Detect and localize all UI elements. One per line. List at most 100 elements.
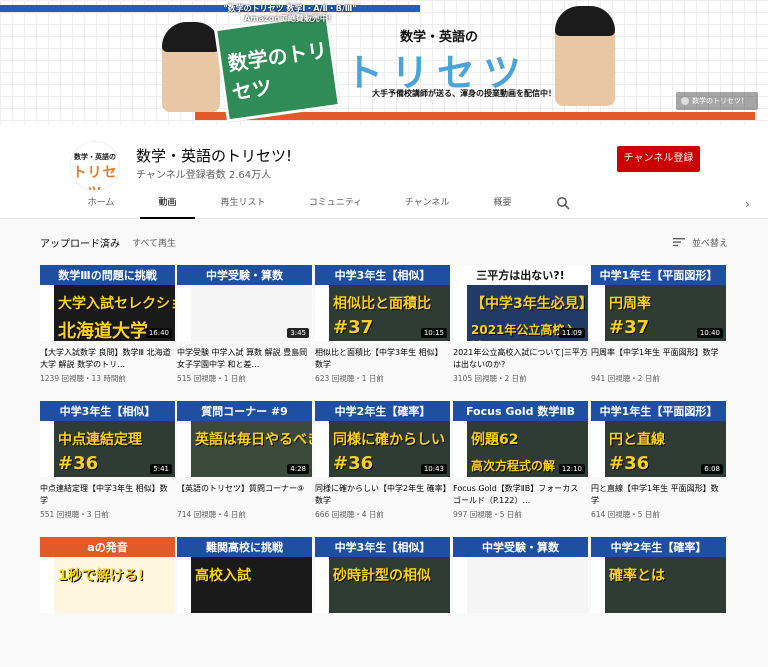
video-card[interactable]: 中学3年生【相似】砂時計型の相似 — [315, 537, 450, 667]
video-card[interactable]: 中学受験・算数 3:45 中学受験 中学入試 算数 解説 豊島岡女子学園中学 和と差… — [177, 265, 312, 395]
video-card[interactable]: Focus Gold 数学ⅡB 例題62 高次方程式の解 12:10 Focus Gol… — [453, 401, 588, 531]
thumbnail-number: #36 — [609, 453, 650, 474]
section-title[interactable]: アップロード済み — [40, 235, 120, 250]
duration-badge: 12:10 — [558, 464, 585, 474]
video-card[interactable]: 三平方は出ない?!【中学3年生必見】2021年公立高校入試11:092021年公… — [453, 265, 588, 395]
tab-channels[interactable]: チャンネル — [392, 190, 462, 219]
video-card[interactable]: 難関高校に挑戦高校入試 — [177, 537, 312, 667]
tab-about[interactable]: 概要 — [480, 190, 525, 219]
video-thumbnail[interactable]: 中学1年生【平面図形】 円と直線 #36 6:08 — [591, 401, 726, 477]
promo-line: "数学のトリセツ 数学Ⅰ・A/Ⅱ・B/Ⅲ" — [223, 4, 357, 13]
duration-badge: 4:28 — [287, 464, 309, 474]
thumbnail-side-label — [591, 421, 605, 477]
thumbnail-band: 中学2年生【確率】 — [315, 401, 450, 421]
thumbnail-band-text: 中学受験・算数 — [206, 269, 283, 282]
video-title[interactable]: 【英語のトリセツ】質問コーナー⑨ — [177, 483, 312, 507]
sort-button[interactable]: 並べ替え — [692, 236, 728, 249]
video-card[interactable]: 中学3年生【相似】 相似比と面積比 #37 10:15 相似比と面積比【中学3年生 相似… — [315, 265, 450, 395]
video-title[interactable]: 中学受験 中学入試 算数 解説 豊島岡女子学園中学 和と差… — [177, 347, 312, 371]
video-meta: 941 回視聴・2 日前 — [591, 374, 660, 383]
thumbnail-band-text: 中学2年生【確率】 — [334, 405, 431, 418]
banner-link[interactable]: 数学のトリセツ！ — [676, 92, 758, 110]
thumbnail-side-label — [315, 285, 329, 341]
duration-badge: 10:15 — [420, 328, 447, 338]
video-thumbnail[interactable]: 中学受験・算数 3:45 — [177, 265, 312, 341]
tab-playlists[interactable]: 再生リスト — [207, 190, 279, 219]
video-thumbnail[interactable]: 数学Ⅲの問題に挑戦大学入試セレクション北海道大学16:40 — [40, 265, 175, 341]
avatar[interactable]: 数学・英語の トリセツ — [70, 141, 120, 201]
video-card[interactable]: 中学2年生【確率】確率とは — [591, 537, 726, 667]
video-card[interactable]: 中学2年生【確率】 同様に確からしい #36 10:43 同様に確からしい【中学2年生 … — [315, 401, 450, 531]
thumbnail-band: 難関高校に挑戦 — [177, 537, 312, 557]
sort-icon[interactable] — [673, 237, 685, 247]
thumbnail-band: 中学3年生【相似】 — [315, 537, 450, 557]
video-thumbnail[interactable]: 質問コーナー #9 英語は毎日やるべきか 4:28 — [177, 401, 312, 477]
thumbnail-side-label — [177, 557, 191, 613]
thumbnail-side-label — [315, 557, 329, 613]
thumbnail-headline: 高校入試 — [195, 568, 251, 584]
tab-community[interactable]: コミュニティ — [298, 190, 373, 219]
search-icon[interactable] — [556, 196, 570, 210]
video-thumbnail[interactable]: Focus Gold 数学ⅡB 例題62 高次方程式の解 12:10 — [453, 401, 588, 477]
thumbnail-band: 三平方は出ない?! — [453, 265, 588, 285]
thumbnail-number: 高次方程式の解 — [471, 459, 556, 473]
video-thumbnail[interactable]: 中学2年生【確率】確率とは — [591, 537, 726, 613]
video-meta: 666 回視聴・4 日前 — [315, 510, 384, 519]
thumbnail-band-text: 中学3年生【相似】 — [334, 269, 431, 282]
video-card[interactable]: 中学1年生【平面図形】 円と直線 #36 6:08 円と直線【中学1年生 平面図形】数学… — [591, 401, 726, 531]
video-title[interactable]: 同様に確からしい【中学2年生 確率】数学 — [315, 483, 450, 507]
play-all-button[interactable]: すべて再生 — [132, 236, 176, 249]
video-thumbnail[interactable]: 三平方は出ない?!【中学3年生必見】2021年公立高校入試11:09 — [453, 265, 588, 341]
tab-home[interactable]: ホーム — [70, 190, 132, 219]
duration-badge: 5:41 — [150, 464, 172, 474]
thumbnail-headline: 相似比と面積比 — [333, 296, 431, 312]
video-thumbnail[interactable]: 中学受験・算数 — [453, 537, 588, 613]
duration-badge: 16:40 — [145, 328, 172, 338]
video-title[interactable]: 相似比と面積比【中学3年生 相似】数学 — [315, 347, 450, 371]
thumbnail-headline: 砂時計型の相似 — [333, 568, 431, 584]
video-thumbnail[interactable]: 中学1年生【平面図形】 円周率 #37 10:40 — [591, 265, 726, 341]
video-thumbnail[interactable]: 中学3年生【相似】 中点連結定理 #36 5:41 — [40, 401, 175, 477]
video-card[interactable]: 中学3年生【相似】 中点連結定理 #36 5:41 中点連結定理【中学3年生 相似】数学… — [40, 401, 175, 531]
thumbnail-side-label — [177, 285, 191, 341]
thumbnail-band-text: 数学Ⅲの問題に挑戦 — [58, 269, 157, 282]
thumbnail-band: 中学受験・算数 — [453, 537, 588, 557]
video-thumbnail[interactable]: 中学2年生【確率】 同様に確からしい #36 10:43 — [315, 401, 450, 477]
video-title[interactable]: 中点連結定理【中学3年生 相似】数学 — [40, 483, 175, 507]
video-title[interactable]: 円周率【中学1年生 平面図形】数学 — [591, 347, 726, 371]
thumbnail-headline: 英語は毎日やるべきか — [195, 432, 312, 448]
video-meta: 623 回視聴・1 日前 — [315, 374, 384, 383]
video-title[interactable]: 2021年公立高校入試について|三平方は出ないのか? — [453, 347, 588, 371]
video-thumbnail[interactable]: 難関高校に挑戦高校入試 — [177, 537, 312, 613]
thumbnail-band: 中学受験・算数 — [177, 265, 312, 285]
thumbnail-side-label — [40, 421, 54, 477]
video-thumbnail[interactable]: 中学3年生【相似】 相似比と面積比 #37 10:15 — [315, 265, 450, 341]
video-title[interactable]: 円と直線【中学1年生 平面図形】数学 — [591, 483, 726, 507]
thumbnail-headline: 同様に確からしい — [333, 432, 445, 448]
subscribe-button[interactable]: チャンネル登録 — [617, 146, 700, 172]
video-card[interactable]: 中学1年生【平面図形】 円周率 #37 10:40 円周率【中学1年生 平面図形】数学 9… — [591, 265, 726, 395]
duration-badge: 10:40 — [696, 328, 723, 338]
book-cover: 数学のトリセツ — [213, 12, 342, 123]
promo-line: Amazonで絶賛販売中！ — [244, 14, 336, 23]
video-meta: 3105 回視聴・2 日前 — [453, 374, 527, 383]
video-title[interactable]: 【大学入試数学 良問】数学Ⅲ 北海道大学 解説 数学のトリ… — [40, 347, 175, 371]
thumbnail-headline: 【中学3年生必見】 — [471, 296, 588, 312]
video-thumbnail[interactable]: 中学3年生【相似】砂時計型の相似 — [315, 537, 450, 613]
video-thumbnail[interactable]: aの発音 1秒で解ける! — [40, 537, 175, 613]
video-card[interactable]: 質問コーナー #9 英語は毎日やるべきか 4:28 【英語のトリセツ】質問コーナー⑨ 7… — [177, 401, 312, 531]
thumbnail-headline: 1秒で解ける! — [58, 568, 145, 584]
chevron-right-icon[interactable]: › — [745, 197, 750, 211]
thumbnail-headline: 確率とは — [609, 568, 665, 584]
video-card[interactable]: aの発音 1秒で解ける! — [40, 537, 175, 667]
tab-videos[interactable]: 動画 — [140, 190, 195, 219]
banner-link-label: 数学のトリセツ！ — [692, 97, 748, 105]
video-card[interactable]: 数学Ⅲの問題に挑戦大学入試セレクション北海道大学16:40 【大学入試数学 良問】… — [40, 265, 175, 395]
thumbnail-band: 中学2年生【確率】 — [591, 537, 726, 557]
thumbnail-headline: 円周率 — [609, 296, 651, 312]
thumbnail-side-label — [315, 421, 329, 477]
video-card[interactable]: 中学受験・算数 — [453, 537, 588, 667]
video-meta: 551 回視聴・3 日前 — [40, 510, 109, 519]
video-title[interactable]: Focus Gold【数学ⅡB】フォーカス ゴールド（P.122）… — [453, 483, 588, 507]
thumbnail-band-text: Focus Gold 数学ⅡB — [465, 405, 576, 418]
